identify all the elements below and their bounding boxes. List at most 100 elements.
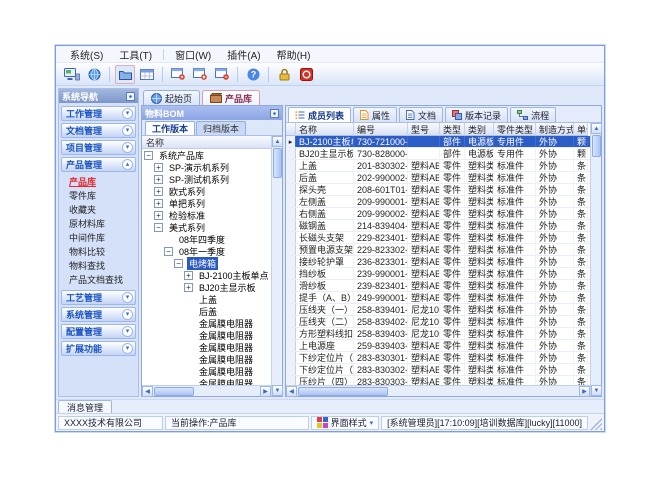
doc-tab-起始页[interactable]: 起始页 [143, 90, 200, 105]
column-header-编号[interactable]: 编号 [354, 123, 408, 136]
grid-vertical-scrollbar[interactable]: ▲ ▼ [590, 123, 601, 396]
table-row[interactable]: 挡纱板239-990001-01X塑料ABS零件塑料类标准件外协条 [286, 268, 590, 280]
column-header-零件类型[interactable]: 零件类型 [494, 123, 536, 136]
help-button[interactable]: ? [243, 65, 263, 84]
expand-icon[interactable]: + [154, 211, 163, 220]
tree-node-上盖[interactable]: 上盖 [142, 293, 271, 305]
sidebar-group-7[interactable]: 配置管理▾ [61, 324, 136, 339]
tree-node-金属膜电阻器[interactable]: 金属膜电阻器 [142, 317, 271, 329]
scroll-up-arrow[interactable]: ▲ [591, 123, 602, 134]
tree-node-单把系列[interactable]: +单把系列 [142, 197, 271, 209]
column-header-类型[interactable]: 类型 [440, 123, 465, 136]
table-row[interactable]: 左侧盖209-990001-01X塑料ABS零件塑料类标准件外协条 [286, 196, 590, 208]
window-close-red-button[interactable] [212, 65, 232, 84]
sidebar-item-中间件库[interactable]: 中间件库 [66, 231, 136, 244]
scroll-up-arrow[interactable]: ▲ [272, 136, 283, 147]
scrollbar-thumb[interactable] [273, 148, 282, 178]
tree-node-BJ20主显示板[interactable]: +BJ20主显示板 [142, 281, 271, 293]
chevron-down-icon[interactable]: ▾ [122, 292, 133, 303]
tree-node-后盖[interactable]: 后盖 [142, 305, 271, 317]
menu-item-4[interactable]: 插件(A) [219, 46, 268, 63]
tree-horizontal-scrollbar[interactable]: ◀ ▶ [142, 385, 271, 396]
tree-node-08年一季度[interactable]: −08年一季度 [142, 245, 271, 257]
scroll-down-arrow[interactable]: ▼ [272, 385, 283, 396]
sidebar-group-4[interactable]: 产品管理▴ [61, 157, 136, 172]
scrollbar-thumb[interactable] [298, 387, 388, 396]
chevron-down-icon[interactable]: ▾ [122, 142, 133, 153]
column-header-制造方式[interactable]: 制造方式 [536, 123, 574, 136]
collapse-icon[interactable]: − [154, 223, 163, 232]
sidebar-group-3[interactable]: 项目管理▾ [61, 140, 136, 155]
tree-node-美式系列[interactable]: −美式系列 [142, 221, 271, 233]
pin-icon[interactable] [270, 109, 279, 118]
scroll-left-arrow[interactable]: ◀ [286, 386, 297, 397]
chevron-down-icon[interactable]: ▾ [122, 309, 133, 320]
chevron-down-icon[interactable]: ▾ [122, 108, 133, 119]
menu-item-3[interactable]: 窗口(W) [167, 46, 219, 63]
exit-button[interactable] [296, 65, 316, 84]
table-row[interactable]: 压纱片（四）283-830303-00X塑料ABS零件塑料类标准件外协条 [286, 376, 590, 385]
table-row[interactable]: BJ20主显示板730-828000-04X部件电源板专用件外协颗 [286, 148, 590, 160]
chevron-down-icon[interactable]: ▾ [122, 125, 133, 136]
sidebar-item-零件库[interactable]: 零件库 [66, 189, 136, 202]
ui-style-selector[interactable]: 界面样式 ▾ [311, 416, 380, 430]
tree-node-BJ-2100主板单点[interactable]: +BJ-2100主板单点 [142, 269, 271, 281]
table-row[interactable]: 右侧盖209-990002-01X塑料ABS零件塑料类标准件外协条 [286, 208, 590, 220]
globe-button[interactable] [84, 65, 104, 84]
sidebar-item-原材料库[interactable]: 原材料库 [66, 217, 136, 230]
scroll-left-arrow[interactable]: ◀ [142, 386, 153, 397]
expand-icon[interactable]: + [154, 187, 163, 196]
window-open-red-button[interactable] [190, 65, 210, 84]
sidebar-item-收藏夹[interactable]: 收藏夹 [66, 203, 136, 216]
sidebar-group-6[interactable]: 系统管理▾ [61, 307, 136, 322]
collapse-icon[interactable]: − [144, 151, 153, 160]
member-tab-文档[interactable]: 文档 [399, 107, 443, 122]
tree-node-SP-演示机系列[interactable]: +SP-演示机系列 [142, 161, 271, 173]
expand-icon[interactable]: + [154, 199, 163, 208]
tree-node-金属膜电阻器[interactable]: 金属膜电阻器 [142, 377, 271, 385]
tree-node-08年四季度[interactable]: 08年四季度 [142, 233, 271, 245]
sidebar-item-物料比较[interactable]: 物料比较 [66, 245, 136, 258]
table-row[interactable]: 提手（A、B）249-990001-01X塑料ABS零件塑料类标准件外协条 [286, 292, 590, 304]
tree-node-电烤箱[interactable]: −电烤箱 [142, 257, 271, 269]
tree-node-金属膜电阻器[interactable]: 金属膜电阻器 [142, 329, 271, 341]
sidebar-group-1[interactable]: 工作管理▾ [61, 106, 136, 121]
table-row[interactable]: 上盖201-830302-00X塑料ABS零件塑料类标准件外协条 [286, 160, 590, 172]
tree-node-金属膜电阻器[interactable]: 金属膜电阻器 [142, 353, 271, 365]
table-row[interactable]: 压线夹（一）258-839401-00X尼龙1010零件塑料类标准件外协条 [286, 304, 590, 316]
expand-icon[interactable]: + [184, 283, 193, 292]
pin-icon[interactable] [126, 92, 135, 101]
scroll-right-arrow[interactable]: ▶ [579, 386, 590, 397]
window-new-red-button[interactable] [168, 65, 188, 84]
menu-item-2[interactable]: 工具(T) [111, 46, 160, 63]
sidebar-item-产品文档查找[interactable]: 产品文档查找 [66, 273, 136, 286]
member-tab-流程[interactable]: 流程 [510, 107, 556, 122]
collapse-icon[interactable]: − [164, 247, 173, 256]
table-row[interactable]: 后盖202-990002-01X塑料ABS零件塑料类标准件外协条 [286, 172, 590, 184]
expand-icon[interactable]: + [154, 175, 163, 184]
table-row[interactable]: 滑纱板239-823401-00X塑料ABS零件塑料类标准件外协条 [286, 280, 590, 292]
column-header-单位[interactable]: 单位 [574, 123, 588, 136]
folder-window-button[interactable] [115, 65, 135, 84]
sidebar-group-2[interactable]: 文档管理▾ [61, 123, 136, 138]
column-header-类别[interactable]: 类别 [465, 123, 494, 136]
menu-item-1[interactable]: 系统(S) [62, 46, 111, 63]
member-tab-版本记录[interactable]: 版本记录 [445, 107, 508, 122]
table-row[interactable]: 磁钢盖214-839404-01X塑料ABS零件塑料类标准件外协条 [286, 220, 590, 232]
table-row[interactable]: 接纱轮护罩236-823301-00X塑料ABS零件塑料类标准件外协条 [286, 256, 590, 268]
table-window-button[interactable] [137, 65, 157, 84]
sidebar-item-产品库[interactable]: 产品库 [66, 175, 136, 188]
table-row[interactable]: ▸BJ-2100主板单点730-721000-12X部件电源板专用件外协颗 [286, 136, 590, 148]
member-tab-属性[interactable]: 属性 [353, 107, 397, 122]
tree-node-SP-测试机系列[interactable]: +SP-测试机系列 [142, 173, 271, 185]
menu-item-5[interactable]: 帮助(H) [269, 46, 319, 63]
table-row[interactable]: 上电源座259-839403-00X塑料ABS零件塑料类标准件外协条 [286, 340, 590, 352]
expand-icon[interactable]: + [154, 163, 163, 172]
scroll-down-arrow[interactable]: ▼ [591, 385, 602, 396]
table-row[interactable]: 方形塑料线扣258-839403-00X尼龙1010零件塑料类标准件外协条 [286, 328, 590, 340]
expand-icon[interactable]: + [184, 271, 193, 280]
tree-vertical-scrollbar[interactable]: ▲ ▼ [271, 136, 282, 396]
bom-tab-工作版本[interactable]: 工作版本 [145, 121, 195, 135]
table-row[interactable]: 下纱定位片（右）283-830302-00X塑料ABS零件塑料类标准件外协条 [286, 364, 590, 376]
chevron-up-icon[interactable]: ▴ [122, 159, 133, 170]
